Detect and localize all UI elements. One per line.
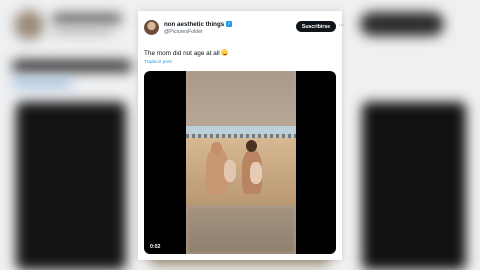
background-link	[12, 80, 72, 86]
tweet-card: non aesthetic things ✓ @PicturesFolder S…	[138, 11, 344, 260]
more-options-icon[interactable]: ···	[336, 20, 346, 32]
author-row: non aesthetic things ✓	[164, 20, 233, 28]
video-blur-top	[186, 71, 296, 126]
photo-baby-right	[250, 162, 262, 184]
author-name[interactable]: non aesthetic things	[164, 21, 224, 28]
background-subscribe	[360, 12, 444, 36]
background-video-left	[16, 102, 126, 270]
translate-link[interactable]: Traducir post	[144, 60, 172, 65]
photo-sand	[186, 138, 296, 206]
tweet-text-content: The mom did not age at all	[144, 50, 220, 57]
background-text	[12, 60, 132, 72]
video-frame	[186, 71, 296, 254]
background-avatar	[14, 10, 44, 40]
photo-woman-head	[246, 140, 257, 152]
photo-man-head	[211, 142, 222, 154]
background-handle	[52, 28, 112, 34]
subscribe-button[interactable]: Suscribirse	[296, 21, 336, 32]
video-player[interactable]: 0:02	[144, 71, 336, 254]
avatar[interactable]	[144, 20, 159, 35]
photo-sky	[186, 126, 296, 134]
video-blur-bottom	[186, 206, 296, 254]
background-video-right	[362, 102, 466, 270]
video-timestamp: 0:02	[150, 244, 161, 250]
tweet-header: non aesthetic things ✓ @PicturesFolder S…	[144, 19, 344, 41]
beach-photo	[186, 126, 296, 206]
photo-baby-left	[224, 160, 236, 182]
verified-badge-icon: ✓	[226, 21, 233, 27]
background-name	[52, 14, 122, 23]
smiling-face-with-sweat-icon	[221, 49, 229, 56]
tweet-text: The mom did not age at all	[144, 49, 229, 57]
author-handle[interactable]: @PicturesFolder	[164, 29, 203, 35]
